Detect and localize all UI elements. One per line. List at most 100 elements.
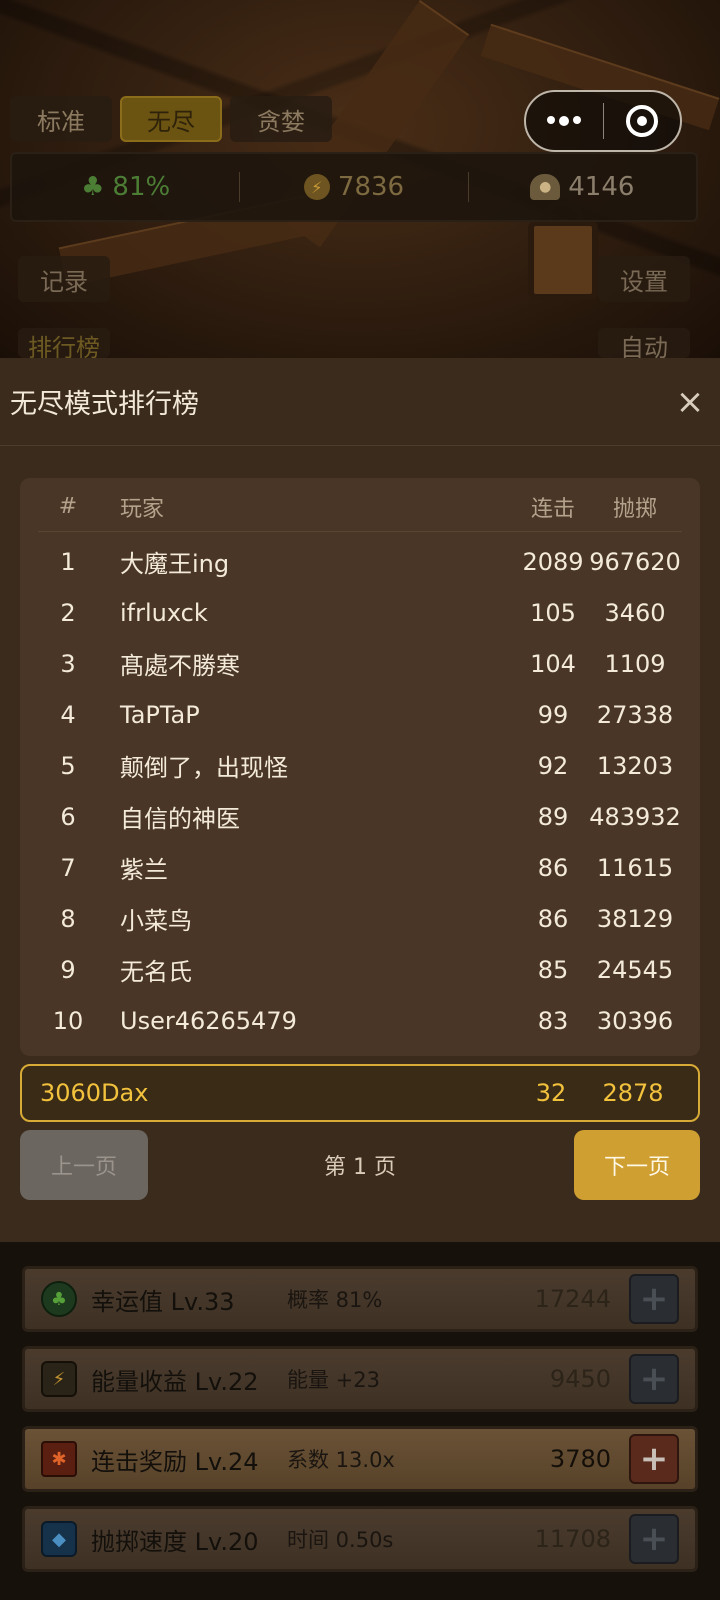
upgrade-plus-button[interactable]: + bbox=[629, 1434, 679, 1484]
upgrade-desc: 系数 13.0x bbox=[287, 1448, 395, 1472]
combo-cell: 86 bbox=[537, 853, 569, 882]
rank-cell: 3 bbox=[60, 649, 76, 678]
player-cell: User46265479 bbox=[120, 1006, 297, 1035]
close-icon[interactable]: × bbox=[670, 382, 710, 422]
table-row: 2 ifrluxck 105 3460 bbox=[38, 587, 682, 638]
target-circle-icon bbox=[625, 105, 658, 137]
combo-cell: 2089 bbox=[522, 547, 584, 576]
throw-cell: 24545 bbox=[596, 955, 674, 984]
player-cell: 大魔王ing bbox=[120, 550, 230, 578]
next-page-button[interactable]: 下一页 bbox=[574, 1130, 700, 1200]
tab-greedy[interactable]: 贪婪 bbox=[230, 96, 332, 142]
my-throw: 2878 bbox=[602, 1079, 664, 1107]
throw-cell: 30396 bbox=[596, 1006, 674, 1035]
rank-cell: 2 bbox=[60, 598, 76, 627]
coin-stat: ● 4146 bbox=[467, 172, 696, 202]
upgrade-plus-button[interactable]: + bbox=[629, 1354, 679, 1404]
leaderboard-modal: 无尽模式排行榜 × # 玩家 连击 抛掷 1 大魔王ing 2089 96762… bbox=[0, 358, 720, 1242]
upgrade-name: 能量收益 Lv.22 bbox=[91, 1367, 259, 1396]
lightning-icon: ⚡ bbox=[303, 174, 330, 200]
throw-cell: 3460 bbox=[604, 598, 666, 627]
upgrade-combo: ✱ 连击奖励 Lv.24 系数 13.0x 3780 + bbox=[22, 1426, 698, 1492]
prev-page-button[interactable]: 上一页 bbox=[20, 1130, 148, 1200]
mode-tabs: 标准 无尽 贪婪 bbox=[10, 96, 332, 142]
upgrade-name: 抛掷速度 Lv.20 bbox=[91, 1527, 259, 1556]
header-throw: 抛掷 bbox=[612, 496, 657, 522]
player-cell: ifrluxck bbox=[120, 598, 208, 627]
combo-cell: 92 bbox=[537, 751, 569, 780]
player-cell: 颠倒了，出现怪 bbox=[120, 754, 288, 782]
more-button[interactable] bbox=[526, 92, 603, 150]
rank-cell: 7 bbox=[60, 853, 76, 882]
lantern-icon bbox=[528, 220, 598, 300]
combo-gem-icon: ✱ bbox=[41, 1441, 77, 1477]
upgrade-speed: ◆ 抛掷速度 Lv.20 时间 0.50s 11708 + bbox=[22, 1506, 698, 1572]
upgrade-desc: 概率 81% bbox=[287, 1288, 383, 1312]
header-combo: 连击 bbox=[530, 496, 575, 522]
rank-cell: 10 bbox=[52, 1006, 84, 1035]
upgrade-cost: 17244 bbox=[534, 1285, 611, 1313]
modal-title: 无尽模式排行榜 bbox=[10, 389, 199, 420]
energy-stat: ⚡ 7836 bbox=[239, 172, 467, 202]
upgrade-cost: 11708 bbox=[534, 1525, 611, 1553]
upgrade-name: 连击奖励 Lv.24 bbox=[91, 1447, 259, 1476]
record-button[interactable]: 记录 bbox=[18, 256, 110, 302]
player-cell: 小菜鸟 bbox=[120, 907, 192, 935]
upgrade-luck: ♣ 幸运值 Lv.33 概率 81% 17244 + bbox=[22, 1266, 698, 1332]
table-row: 7 紫兰 86 11615 bbox=[38, 842, 682, 893]
my-combo: 32 bbox=[535, 1079, 567, 1107]
upgrade-energy: ⚡ 能量收益 Lv.22 能量 +23 9450 + bbox=[22, 1346, 698, 1412]
combo-cell: 105 bbox=[530, 598, 576, 627]
clover-icon: ♣ bbox=[81, 172, 105, 202]
header-player: 玩家 bbox=[120, 496, 165, 522]
modal-header: 无尽模式排行榜 × bbox=[0, 358, 720, 446]
coin-value: 4146 bbox=[568, 172, 635, 202]
rank-cell: 5 bbox=[60, 751, 76, 780]
player-cell: 自信的神医 bbox=[120, 805, 240, 833]
more-dots-icon bbox=[547, 116, 582, 126]
settings-button[interactable]: 设置 bbox=[598, 256, 690, 302]
luck-value: 81% bbox=[112, 172, 171, 202]
rank-cell: 1 bbox=[60, 547, 76, 576]
upgrade-name: 幸运值 Lv.33 bbox=[91, 1287, 235, 1316]
upgrade-panel: ♣ 幸运值 Lv.33 概率 81% 17244 + ⚡ 能量收益 Lv.22 … bbox=[0, 1242, 720, 1600]
combo-cell: 85 bbox=[537, 955, 569, 984]
miniprogram-capsule bbox=[524, 90, 682, 152]
combo-cell: 104 bbox=[530, 649, 576, 678]
upgrade-plus-button[interactable]: + bbox=[629, 1514, 679, 1564]
table-row: 10 User46265479 83 30396 bbox=[38, 995, 682, 1046]
throw-cell: 483932 bbox=[589, 802, 681, 831]
table-row: 8 小菜鸟 86 38129 bbox=[38, 893, 682, 944]
leaderboard-button[interactable]: 排行榜 bbox=[18, 328, 110, 358]
throw-cell: 38129 bbox=[596, 904, 674, 933]
combo-cell: 89 bbox=[537, 802, 569, 831]
auto-button[interactable]: 自动 bbox=[598, 328, 690, 358]
player-cell: 紫兰 bbox=[120, 856, 168, 884]
table-row: 4 TaPTaP 99 27338 bbox=[38, 689, 682, 740]
tab-endless[interactable]: 无尽 bbox=[120, 96, 222, 142]
coin-pile-icon: ● bbox=[530, 174, 561, 200]
my-player-name: 3060Dax bbox=[40, 1079, 149, 1107]
exit-button[interactable] bbox=[604, 92, 681, 150]
upgrade-cost: 9450 bbox=[549, 1365, 611, 1393]
combo-cell: 99 bbox=[537, 700, 569, 729]
speed-gem-icon: ◆ bbox=[41, 1521, 77, 1557]
combo-cell: 83 bbox=[537, 1006, 569, 1035]
player-cell: 髙處不勝寒 bbox=[120, 652, 240, 680]
combo-cell: 86 bbox=[537, 904, 569, 933]
rank-cell: 9 bbox=[60, 955, 76, 984]
upgrade-plus-button[interactable]: + bbox=[629, 1274, 679, 1324]
energy-shield-icon: ⚡ bbox=[41, 1361, 77, 1397]
player-cell: TaPTaP bbox=[120, 700, 200, 729]
table-row: 6 自信的神医 89 483932 bbox=[38, 791, 682, 842]
tab-standard[interactable]: 标准 bbox=[10, 96, 112, 142]
upgrade-desc: 时间 0.50s bbox=[287, 1528, 394, 1552]
stats-bar: ♣ 81% ⚡ 7836 ● 4146 bbox=[10, 152, 698, 222]
rank-cell: 6 bbox=[60, 802, 76, 831]
leaderboard-table: # 玩家 连击 抛掷 1 大魔王ing 2089 967620 2 ifrlux… bbox=[20, 478, 700, 1056]
my-rank-row: 3060Dax 32 2878 bbox=[20, 1064, 700, 1122]
luck-stat: ♣ 81% bbox=[12, 172, 239, 202]
energy-value: 7836 bbox=[337, 172, 405, 202]
table-row: 3 髙處不勝寒 104 1109 bbox=[38, 638, 682, 689]
throw-cell: 27338 bbox=[596, 700, 674, 729]
